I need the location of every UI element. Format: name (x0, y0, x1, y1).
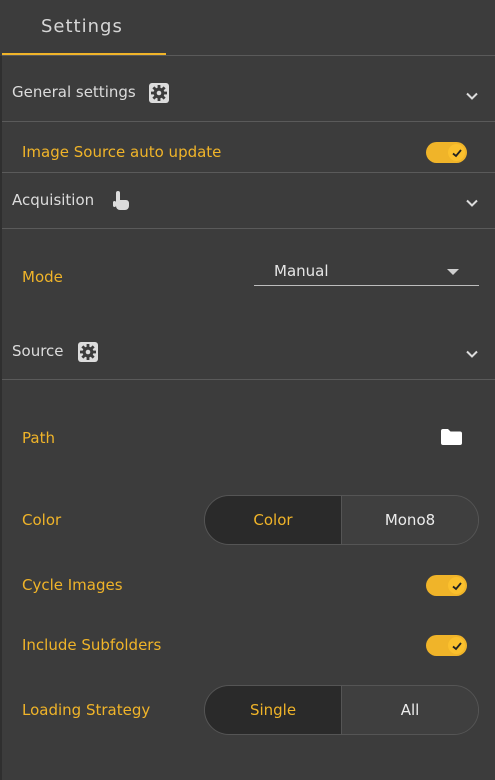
mode-label: Mode (22, 268, 63, 286)
section-header-source[interactable]: Source (2, 325, 495, 379)
divider (2, 121, 495, 122)
mode-select[interactable]: Manual (254, 258, 479, 286)
section-header-general[interactable]: General settings (2, 66, 495, 120)
dropdown-arrow-icon (447, 269, 459, 275)
panel-left-border (0, 56, 2, 780)
include-subfolders-label: Include Subfolders (22, 636, 162, 654)
checkmark-icon (448, 144, 465, 161)
image-source-auto-update-toggle[interactable] (426, 142, 467, 163)
loading-strategy-label: Loading Strategy (22, 701, 151, 719)
chevron-down-icon (466, 92, 478, 100)
settings-panel: Settings General settings Image Source a… (0, 0, 495, 780)
divider (2, 228, 495, 229)
checkmark-icon (448, 577, 465, 594)
section-title-general: General settings (12, 83, 136, 101)
tab-settings-label: Settings (41, 16, 123, 37)
cycle-images-label: Cycle Images (22, 576, 123, 594)
color-label: Color (22, 511, 62, 529)
divider (2, 55, 495, 56)
image-source-auto-update-label: Image Source auto update (22, 143, 222, 161)
checkmark-icon (448, 637, 465, 654)
chevron-down-icon (466, 199, 478, 207)
color-option-mono8[interactable]: Mono8 (341, 496, 478, 544)
color-segmented-control: Color Mono8 (204, 495, 479, 545)
folder-icon[interactable] (440, 428, 463, 446)
touch-hand-icon (110, 189, 132, 211)
gear-icon (77, 341, 99, 363)
cycle-images-toggle[interactable] (426, 575, 467, 596)
section-title-acquisition: Acquisition (12, 191, 95, 209)
section-header-acquisition[interactable]: Acquisition (2, 173, 495, 227)
chevron-down-icon (466, 350, 478, 358)
tab-settings[interactable]: Settings (2, 0, 166, 55)
gear-icon (148, 82, 170, 104)
loading-strategy-option-single[interactable]: Single (205, 686, 341, 734)
color-option-color[interactable]: Color (205, 496, 341, 544)
section-title-source: Source (12, 342, 64, 360)
loading-strategy-segmented-control: Single All (204, 685, 479, 735)
loading-strategy-option-all[interactable]: All (341, 686, 478, 734)
path-label: Path (22, 429, 55, 447)
include-subfolders-toggle[interactable] (426, 635, 467, 656)
mode-select-value: Manual (274, 262, 329, 280)
divider (2, 379, 495, 380)
